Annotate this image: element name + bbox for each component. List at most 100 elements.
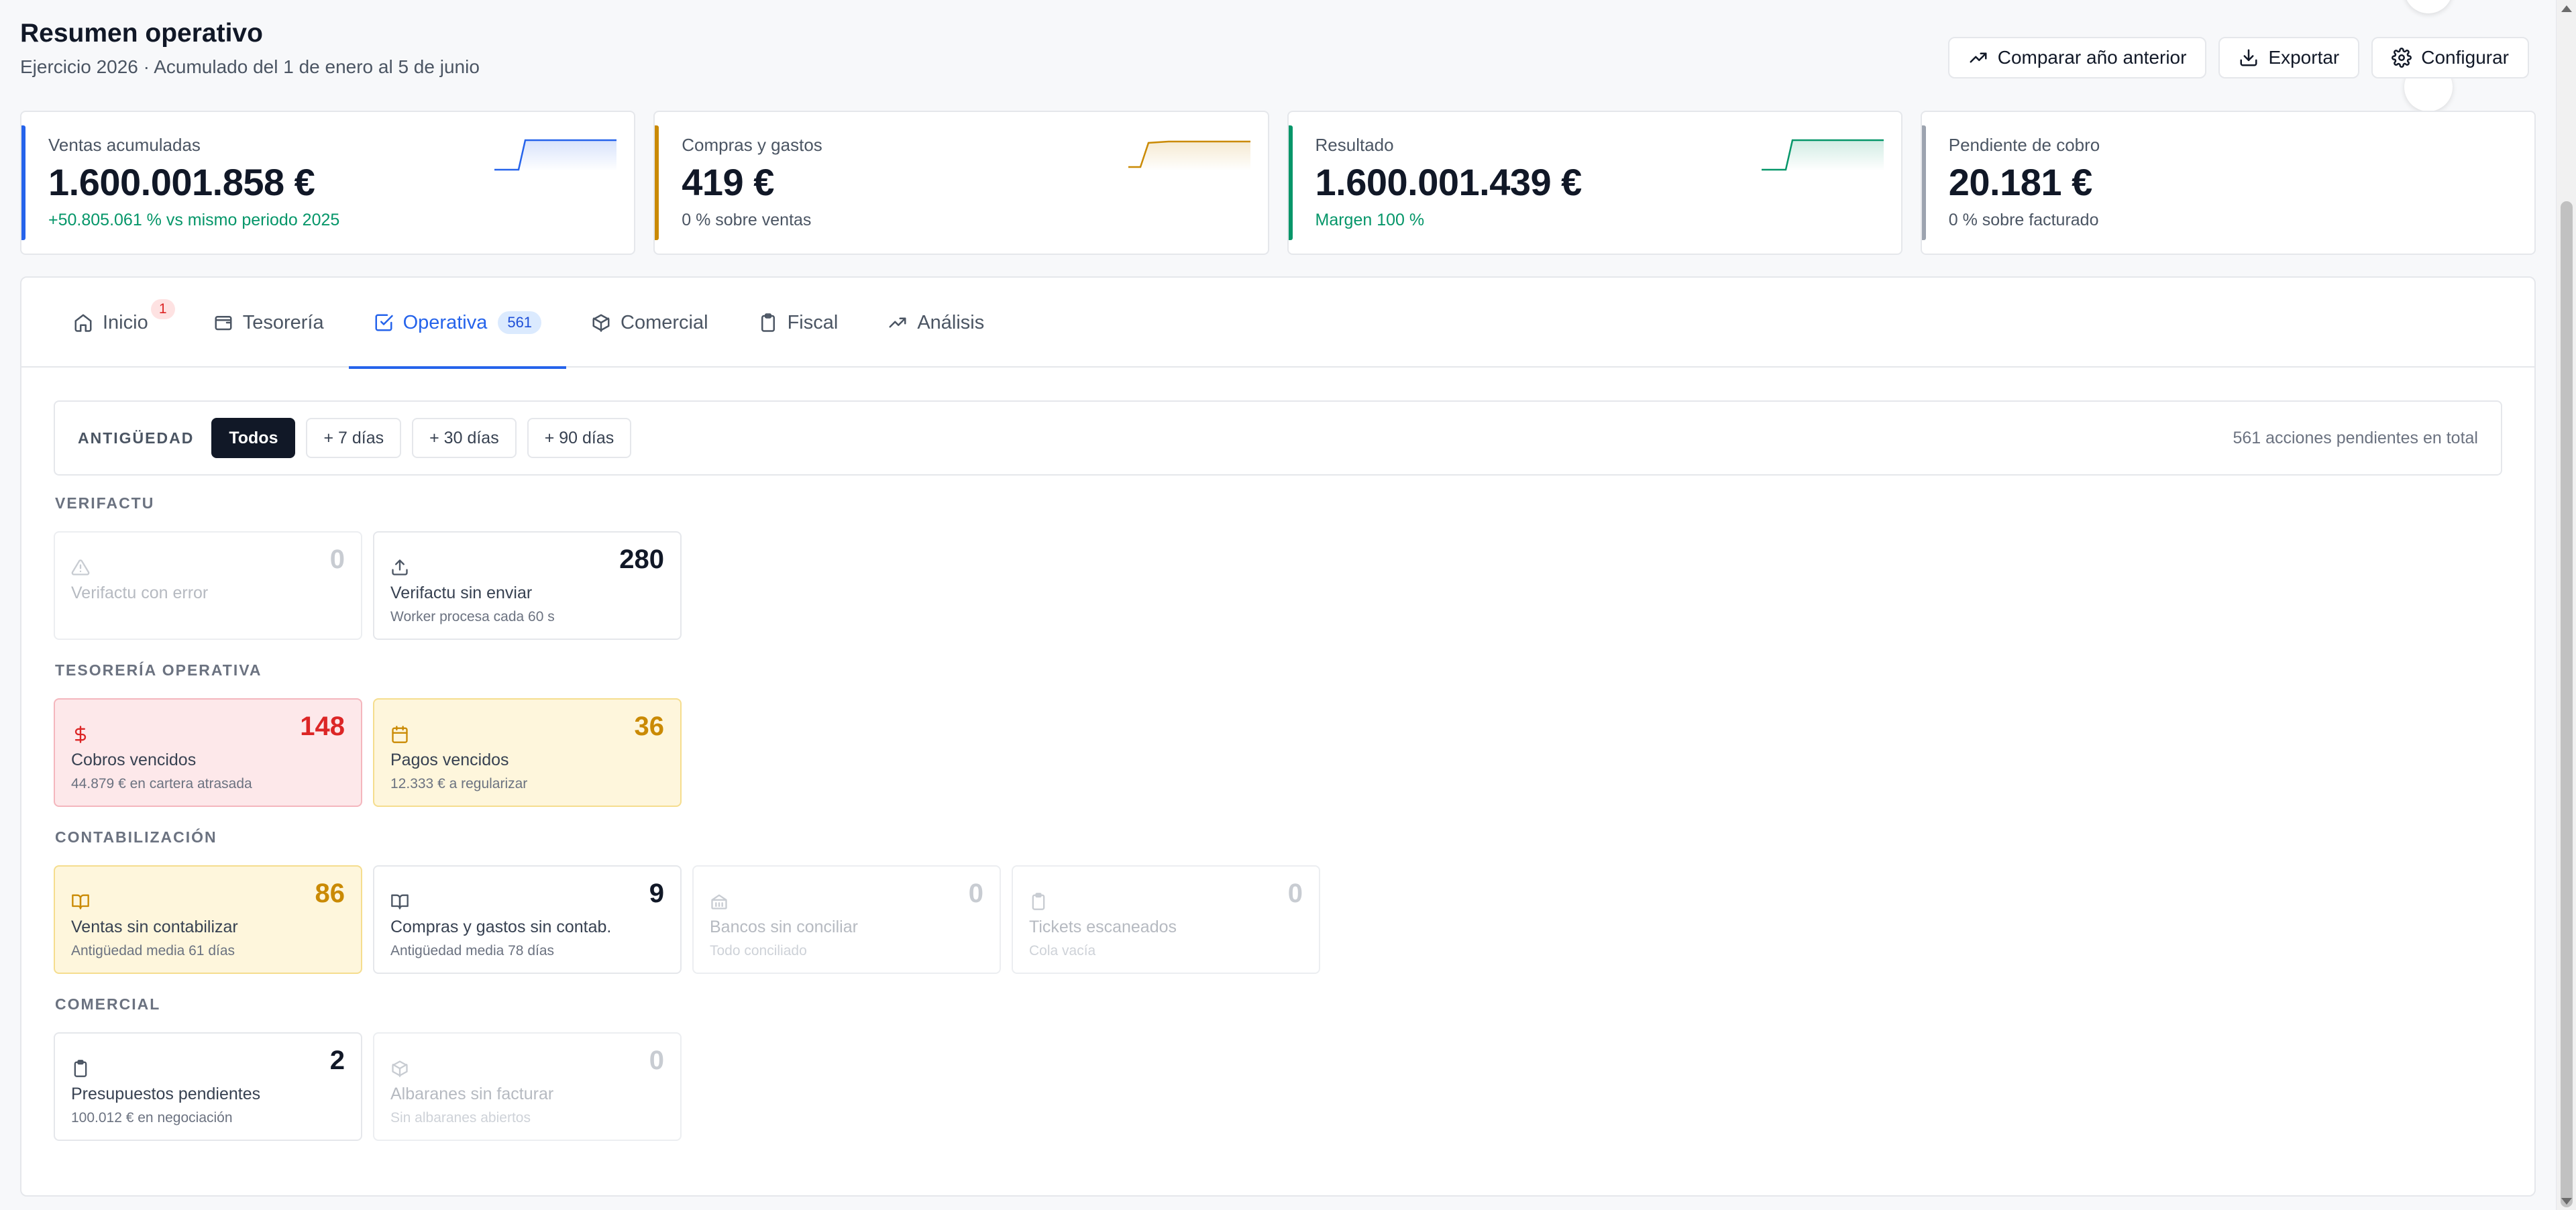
count-badge: 561 — [498, 311, 542, 334]
card-subtitle: Antigüedad media 61 días — [71, 943, 235, 958]
card-subtitle: 100.012 € en negociación — [71, 1110, 233, 1125]
card-pending-quotes[interactable]: 2 Presupuestos pendientes 100.012 € en n… — [54, 1032, 362, 1141]
kpi-card-result: Resultado 1.600.001.439 € Margen 100 % — [1287, 111, 1902, 255]
clipboard-icon — [74, 1060, 87, 1077]
card-title: Verifactu sin enviar — [390, 584, 533, 602]
kpi-card-sales: Ventas acumuladas 1.600.001.858 € +50.80… — [20, 111, 636, 255]
tab-bar: Inicio 1 Tesorería Operativa 561 Comerci… — [21, 278, 2534, 369]
upload-icon — [392, 559, 408, 575]
section-title-comercial: COMERCIAL — [55, 995, 161, 1013]
card-title: Bancos sin conciliar — [710, 918, 858, 936]
book-icon — [72, 894, 89, 910]
warning-icon — [71, 559, 90, 575]
tab-comercial[interactable]: Comercial — [566, 278, 733, 368]
tab-label: Inicio — [103, 311, 148, 333]
kpi-accent-bar — [655, 125, 659, 240]
section-title-contabilizacion: CONTABILIZACIÓN — [55, 828, 217, 846]
card-subtitle: 12.333 € a regularizar — [390, 776, 528, 791]
tab-inicio[interactable]: Inicio 1 — [48, 278, 189, 368]
section-title-tesoreria: TESORERÍA OPERATIVA — [55, 661, 262, 679]
card-subtitle: Sin albaranes abiertos — [390, 1110, 531, 1125]
dollar-icon — [74, 726, 87, 743]
header-actions: Comparar año anterior Exportar Configura… — [1947, 37, 2529, 78]
kpi-value: 1.600.001.858 € — [48, 161, 315, 203]
card-overdue-collections[interactable]: 148 Cobros vencidos 44.879 € en cartera … — [54, 698, 362, 807]
tab-fiscal[interactable]: Fiscal — [733, 278, 863, 368]
card-title: Tickets escaneados — [1029, 918, 1177, 936]
tab-operativa[interactable]: Operativa 561 — [348, 278, 567, 369]
card-unposted-sales[interactable]: 86 Ventas sin contabilizar Antigüedad me… — [54, 865, 362, 974]
card-title: Cobros vencidos — [71, 751, 197, 769]
kpi-label: Compras y gastos — [682, 135, 822, 155]
ticket-icon — [1032, 893, 1045, 910]
pending-total: 561 acciones pendientes en total — [2233, 429, 2478, 447]
scrollbar-thumb[interactable] — [2561, 201, 2573, 1207]
kpi-value: 419 € — [682, 161, 774, 203]
card-subtitle: Worker procesa cada 60 s — [390, 609, 555, 624]
tab-label: Operativa — [402, 311, 488, 333]
card-scanned-tickets[interactable]: 0 Tickets escaneados Cola vacía — [1012, 865, 1320, 974]
card-count: 0 — [968, 879, 983, 908]
card-overdue-payments[interactable]: 36 Pagos vencidos 12.333 € a regularizar — [373, 698, 682, 807]
filter-chip-90-days[interactable]: + 90 días — [527, 418, 632, 458]
filter-chip-7-days[interactable]: + 7 días — [306, 418, 402, 458]
card-count: 280 — [619, 545, 664, 574]
card-title: Compras y gastos sin contab. — [390, 918, 612, 936]
clipboard-icon — [761, 313, 775, 332]
tab-label: Análisis — [917, 311, 985, 333]
card-count: 36 — [634, 712, 665, 741]
calendar-icon — [392, 726, 408, 743]
card-title: Presupuestos pendientes — [71, 1085, 261, 1103]
card-verifactu-unsent[interactable]: 280 Verifactu sin enviar Worker procesa … — [373, 531, 682, 640]
home-icon — [74, 314, 92, 332]
box-icon — [592, 314, 610, 332]
card-count: 2 — [329, 1046, 345, 1075]
gear-icon — [2392, 48, 2412, 68]
compare-previous-year-button[interactable]: Comparar año anterior — [1947, 37, 2207, 78]
card-count: 0 — [649, 1046, 664, 1075]
age-filter-bar: ANTIGÜEDAD Todos + 7 días + 30 días + 90… — [54, 400, 2502, 476]
trend-icon — [889, 317, 906, 328]
tab-label: Tesorería — [242, 311, 324, 333]
sparkline-icon — [1128, 140, 1250, 171]
configure-button[interactable]: Configurar — [2371, 37, 2529, 78]
vertical-scrollbar[interactable] — [2556, 0, 2576, 1210]
card-subtitle: Cola vacía — [1029, 943, 1096, 958]
card-verifactu-error[interactable]: 0 Verifactu con error — [54, 531, 362, 640]
card-title: Ventas sin contabilizar — [71, 918, 238, 936]
scroll-up-arrow-icon[interactable] — [2561, 5, 2572, 12]
sparkline-icon — [494, 139, 617, 171]
card-count: 148 — [300, 712, 345, 741]
scroll-down-arrow-icon[interactable] — [2561, 1198, 2572, 1205]
kpi-label: Resultado — [1315, 135, 1394, 155]
kpi-label: Ventas acumuladas — [48, 135, 201, 155]
tab-label: Comercial — [621, 311, 708, 333]
card-unposted-purchases[interactable]: 9 Compras y gastos sin contab. Antigüeda… — [373, 865, 682, 974]
export-button[interactable]: Exportar — [2218, 37, 2360, 78]
card-subtitle: Todo conciliado — [710, 943, 807, 958]
card-subtitle: Antigüedad media 78 días — [390, 943, 555, 958]
card-count: 86 — [315, 879, 345, 908]
card-uninvoiced-delivery-notes[interactable]: 0 Albaranes sin facturar Sin albaranes a… — [373, 1032, 682, 1141]
kpi-card-purchases: Compras y gastos 419 € 0 % sobre ventas — [653, 111, 1269, 255]
kpi-note: Margen 100 % — [1315, 211, 1425, 229]
tab-analisis[interactable]: Análisis — [863, 278, 1009, 368]
card-title: Verifactu con error — [71, 584, 209, 602]
floating-action-circle — [2404, 0, 2453, 13]
card-count: 0 — [1287, 879, 1303, 908]
filter-chip-all[interactable]: Todos — [211, 418, 296, 458]
kpi-note: 0 % sobre ventas — [682, 211, 812, 229]
kpi-accent-bar — [1921, 125, 1926, 240]
card-unreconciled-banks[interactable]: 0 Bancos sin conciliar Todo conciliado — [692, 865, 1001, 974]
main-panel: Inicio 1 Tesorería Operativa 561 Comerci… — [20, 276, 2536, 1197]
configure-label: Configurar — [2421, 47, 2509, 68]
kpi-note: 0 % sobre facturado — [1948, 211, 2099, 229]
book-icon — [391, 894, 409, 910]
filter-chip-30-days[interactable]: + 30 días — [412, 418, 517, 458]
kpi-accent-bar — [1288, 125, 1293, 240]
filter-label: ANTIGÜEDAD — [78, 429, 195, 447]
tab-tesoreria[interactable]: Tesorería — [189, 278, 349, 368]
sparkline-icon — [1761, 139, 1884, 171]
download-icon — [2240, 49, 2257, 66]
tab-label: Fiscal — [787, 311, 839, 333]
